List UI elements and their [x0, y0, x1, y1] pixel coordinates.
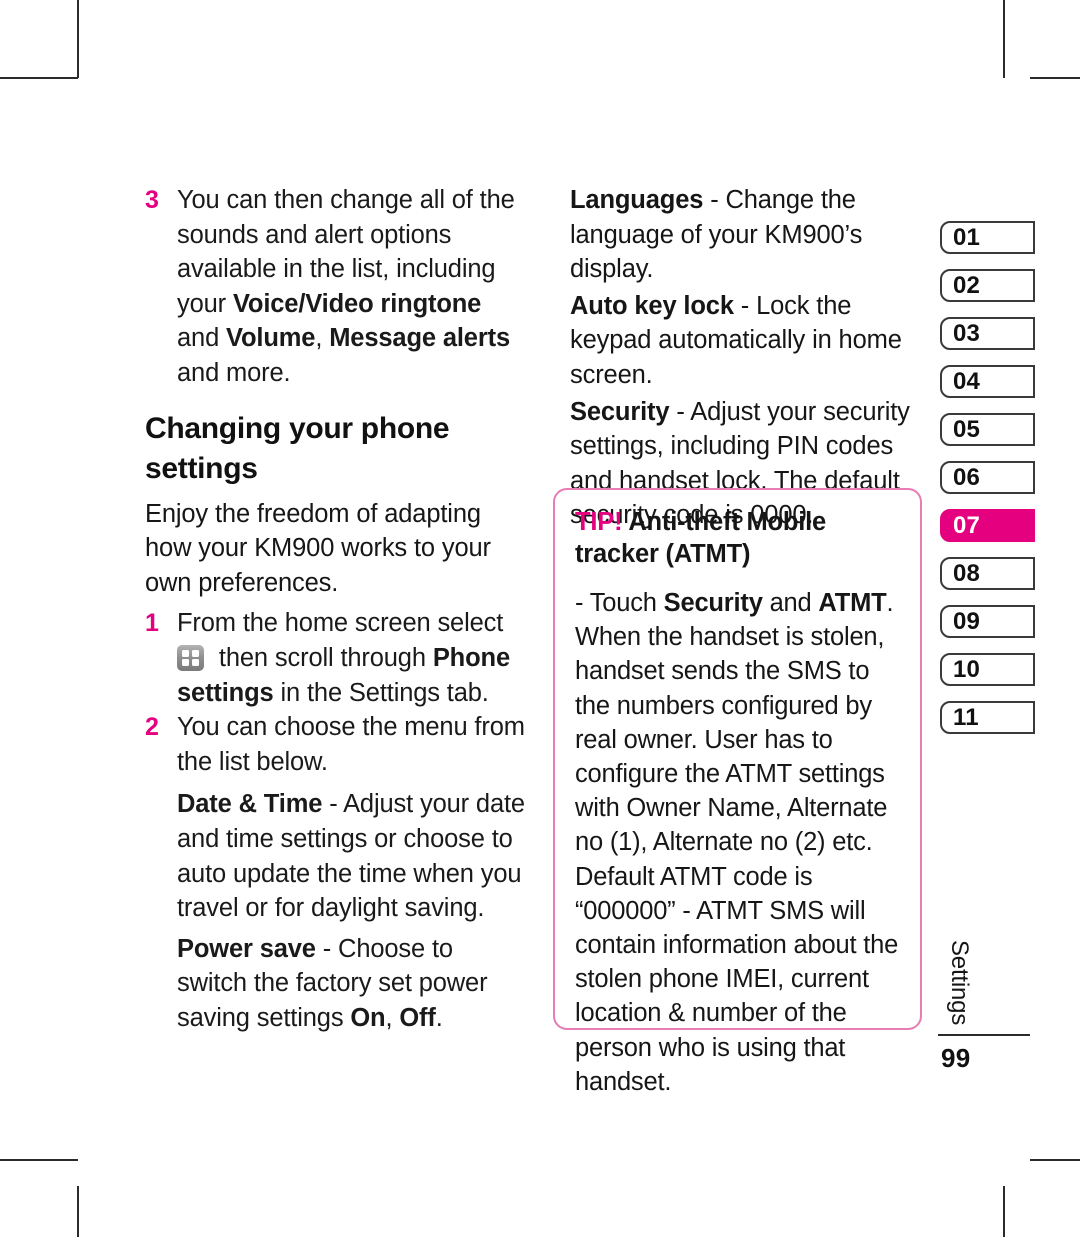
list-item-step-2: 2 You can choose the menu from the list …: [145, 710, 527, 779]
menu-entry-term: Power save: [177, 934, 316, 963]
step-number: 3: [145, 186, 159, 214]
menu-entry-auto-key-lock: Auto key lock - Lock the keypad automati…: [570, 289, 922, 393]
step-3-bold-1: Voice/Video ringtone: [232, 289, 482, 318]
step-3-text-part-4: and more.: [177, 358, 291, 387]
menu-entry-term: Date & Time: [177, 790, 323, 819]
chapter-tab-02[interactable]: 02: [940, 269, 1035, 302]
chapter-tab-06[interactable]: 06: [940, 461, 1035, 494]
right-column: Languages - Change the language of your …: [570, 183, 922, 535]
tip-body-bold-security: Security: [663, 589, 763, 617]
page-title: Changing your phone settings: [145, 411, 450, 485]
step-1-text-part-1: From the home screen select: [177, 609, 504, 638]
intro-paragraph: Enjoy the freedom of adapting how your K…: [145, 499, 491, 597]
chapter-tab-04[interactable]: 04: [940, 365, 1035, 398]
step-3-text-part-2: and: [177, 324, 227, 353]
step-1-text: From the home screen select then scroll …: [177, 609, 510, 707]
menu-entry-date-time: Date & Time - Adjust your date and time …: [145, 787, 527, 925]
step-number: 1: [145, 609, 159, 638]
tip-body-part-3: . When the handset is stolen, handset se…: [575, 589, 899, 1096]
menu-entry-term: Auto key lock: [570, 291, 734, 320]
list-item-step-3: 3 You can then change all of the sounds …: [145, 183, 527, 391]
tip-callout-box: TIP! Anti-theft Mobile tracker (ATMT) - …: [553, 488, 922, 1096]
step-3-text: You can then change all of the sounds an…: [177, 186, 515, 387]
left-column: 3 You can then change all of the sounds …: [145, 183, 527, 1035]
grid-menu-icon: [177, 644, 204, 671]
menu-entry-term: Languages: [570, 186, 704, 214]
menu-entry-bold-on: On: [350, 1003, 386, 1032]
chapter-tab-08[interactable]: 08: [940, 557, 1035, 590]
chapter-tab-11[interactable]: 11: [940, 701, 1035, 734]
tip-body-part-1: - Touch: [575, 589, 664, 617]
manual-page: 3 You can then change all of the sounds …: [0, 0, 1080, 1237]
menu-entry-power-save: Power save - Choose to switch the factor…: [145, 932, 527, 1036]
tip-heading: TIP! Anti-theft Mobile tracker (ATMT): [575, 506, 903, 570]
menu-entry-description-3: .: [435, 1003, 443, 1032]
page-number: 99: [941, 1043, 971, 1073]
step-1-text-part-3: in the Settings tab.: [273, 678, 489, 707]
tip-label: TIP!: [575, 508, 623, 536]
menu-entry-term: Security: [570, 397, 670, 426]
step-3-bold-3: Message alerts: [329, 324, 510, 353]
tip-body: - Touch Security and ATMT. When the hand…: [575, 586, 903, 1099]
menu-entry-description-2: ,: [385, 1003, 400, 1032]
chapter-tab-10[interactable]: 10: [940, 653, 1035, 686]
list-item-step-1: 1 From the home screen select then scrol…: [145, 606, 527, 710]
chapter-tab-09[interactable]: 09: [940, 605, 1035, 638]
chapter-tab-03[interactable]: 03: [940, 317, 1035, 350]
step-3-bold-2: Volume: [226, 324, 316, 353]
step-3-text-part-3: ,: [315, 324, 330, 353]
chapter-tab-rail: 01 02 03 04 05 06 07 08 09 10 11: [940, 221, 1035, 749]
menu-entry-bold-off: Off: [399, 1003, 436, 1032]
chapter-tab-05[interactable]: 05: [940, 413, 1035, 446]
chapter-tab-01[interactable]: 01: [940, 221, 1035, 254]
menu-entry-languages: Languages - Change the language of your …: [570, 183, 922, 287]
chapter-tab-07[interactable]: 07: [940, 509, 1035, 542]
step-2-text: You can choose the menu from the list be…: [177, 713, 525, 776]
step-1-text-part-2: then scroll through: [212, 643, 433, 672]
footer-divider: [938, 1034, 1030, 1036]
tip-body-part-2: and: [762, 589, 819, 617]
step-number: 2: [145, 713, 159, 742]
section-label: Settings: [946, 940, 973, 1026]
tip-body-bold-atmt: ATMT: [818, 589, 887, 617]
